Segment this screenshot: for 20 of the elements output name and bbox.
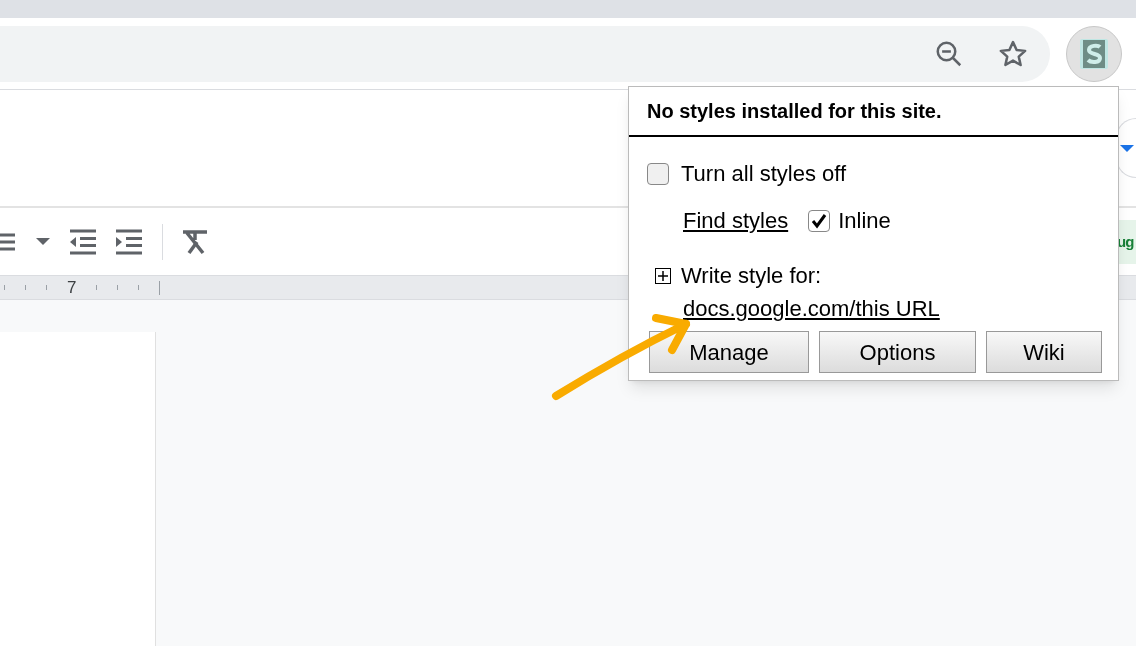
write-style-label: Write style for: [681,262,822,290]
expand-icon[interactable] [655,267,671,284]
checkbox[interactable] [647,162,669,185]
site-url-link[interactable]: docs.google.com/this URL [647,292,940,325]
checkbox-label: Inline [838,207,891,235]
caret-icon [1120,145,1134,153]
popup-button[interactable]: Options [819,331,976,373]
caret-icon[interactable] [36,237,50,246]
popup-button[interactable]: Manage [649,331,809,373]
checkbox-label: Turn all styles off [681,160,847,188]
increase-indent-icon[interactable] [116,228,142,255]
popup-title: No styles installed for this site. [629,87,1118,137]
star-icon[interactable] [998,38,1028,69]
checkbox[interactable] [808,209,831,232]
decrease-indent-icon[interactable] [70,228,96,255]
ruler-number: 7 [67,276,77,299]
find-styles-link[interactable]: Find styles [683,204,789,237]
popup-button[interactable]: Wiki [986,331,1102,373]
s-logo-icon [1079,37,1109,70]
clear-formatting-icon[interactable] [183,228,207,255]
